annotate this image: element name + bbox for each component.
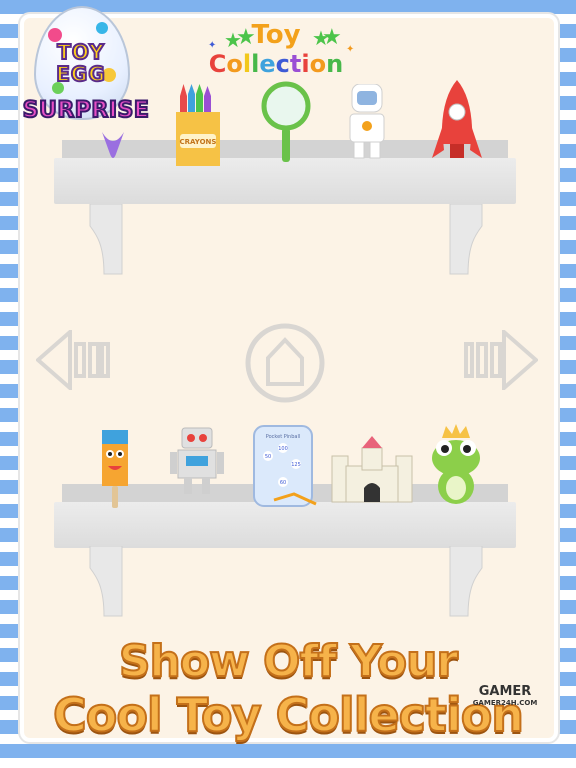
svg-text:125: 125	[291, 462, 301, 468]
next-arrow-icon[interactable]	[462, 330, 538, 390]
svg-text:100: 100	[278, 446, 288, 452]
footer-line1: Show Off Your	[118, 635, 459, 688]
title-letter: t	[289, 50, 302, 78]
castle-icon[interactable]	[330, 434, 414, 504]
title-letter: l	[242, 50, 252, 78]
shelf-bracket	[89, 546, 123, 617]
logo-line3: SURPRISE	[22, 97, 150, 124]
title-letter: l	[251, 50, 260, 78]
sparkle-icon: ✦	[346, 44, 355, 55]
title-letter: o	[226, 50, 243, 78]
title-letter: e	[259, 50, 276, 78]
logo-line2: EGG	[55, 61, 106, 87]
rocket-icon[interactable]	[432, 80, 482, 166]
watermark-brand: GAMER	[478, 684, 532, 699]
title-letter: c	[275, 50, 290, 78]
svg-text:Pocket Pinball: Pocket Pinball	[266, 434, 300, 440]
popsicle-monster-icon[interactable]	[98, 426, 132, 510]
svg-text:50: 50	[265, 454, 271, 460]
title-letter: o	[309, 50, 327, 78]
game-logo: TOY EGG SURPRISE	[6, 6, 166, 156]
shelf-bracket	[449, 204, 483, 275]
logo-line1: TOY	[56, 39, 105, 65]
watermark-sub: GAMER24H.COM	[472, 699, 538, 707]
prev-arrow-icon[interactable]	[36, 330, 112, 390]
shelf-bracket	[89, 204, 123, 275]
title-letter: i	[301, 50, 310, 78]
crayons-label: CRAYONS	[180, 138, 217, 146]
home-icon[interactable]	[244, 322, 326, 404]
astronaut-icon[interactable]	[344, 84, 390, 160]
title-letter: n	[326, 50, 344, 78]
robot-icon[interactable]	[168, 424, 226, 496]
star-icon: ★	[236, 25, 256, 50]
crayons-box-icon[interactable]: CRAYONS	[172, 84, 224, 166]
ice-cream-cone-icon[interactable]	[98, 132, 128, 162]
sparkle-icon: ✦	[208, 40, 217, 51]
svg-text:60: 60	[280, 480, 286, 486]
watermark: GAMER GAMER24H.COM	[460, 684, 550, 707]
frog-prince-icon[interactable]	[426, 424, 484, 508]
star-icon: ★	[322, 25, 342, 50]
shelf-bracket	[449, 546, 483, 617]
magnifying-glass-icon[interactable]	[258, 80, 314, 164]
pocket-pinball-icon[interactable]: Pocket Pinball 100 50 125 60	[250, 424, 322, 510]
